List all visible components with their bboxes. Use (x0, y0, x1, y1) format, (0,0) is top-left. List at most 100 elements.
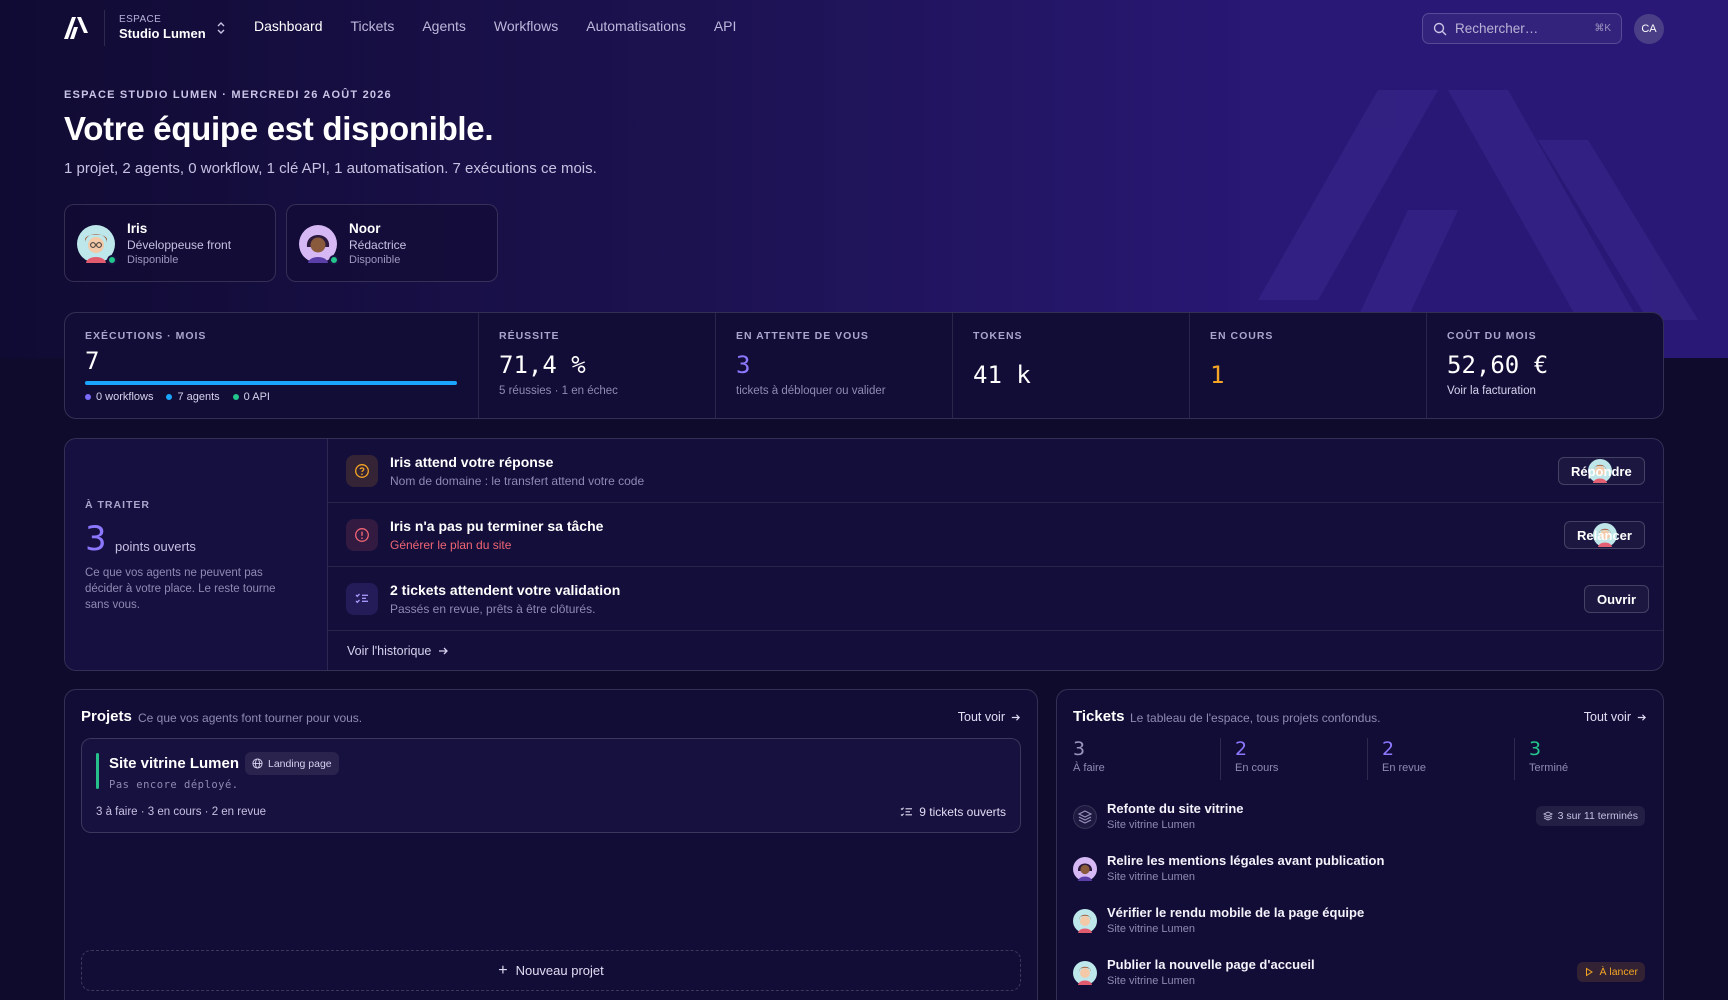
nav-link-tickets[interactable]: Tickets (351, 18, 395, 34)
ticket-title: Refonte du site vitrine (1107, 801, 1244, 816)
todo-title: Iris attend votre réponse (390, 454, 554, 470)
stat-tokens: TOKENS 41 k (953, 313, 1190, 418)
search-shortcut: ⌘K (1594, 23, 1611, 34)
ticket-row[interactable]: Publier la nouvelle page d'accueil Site … (1073, 952, 1645, 1000)
ticket-stat-value: 2 (1382, 738, 1395, 760)
ticket-project: Site vitrine Lumen (1107, 923, 1196, 935)
todo-description: Ce que vos agents ne peuvent pas décider… (85, 567, 276, 611)
agent-avatar-iris (1073, 961, 1097, 985)
agent-status: Disponible (349, 254, 401, 266)
project-card[interactable]: Site vitrine Lumen Landing page Pas enco… (81, 738, 1021, 833)
projects-panel: Projets Ce que vos agents font tourner p… (64, 689, 1038, 1000)
retry-button[interactable]: Relancer (1564, 521, 1645, 549)
nav-links: Dashboard Tickets Agents Workflows Autom… (254, 18, 764, 34)
projects-subtitle: Ce que vos agents font tourner pour vous… (138, 711, 363, 725)
arrow-right-icon (1011, 713, 1021, 721)
todo-item: Iris attend votre réponse Nom de domaine… (328, 439, 1663, 503)
stat-label: EN COURS (1210, 330, 1274, 342)
agent-avatar-noor (1073, 857, 1097, 881)
stat-success: RÉUSSITE 71,4 % 5 réussies · 1 en échec (479, 313, 716, 418)
checklist-icon (346, 583, 378, 615)
progress-badge: 3 sur 11 terminés (1535, 806, 1645, 826)
globe-icon (252, 758, 263, 769)
legend-swatch (232, 394, 239, 400)
workspace-switcher[interactable]: ESPACE Studio Lumen (104, 10, 232, 46)
stat-cost: COÛT DU MOIS 52,60 € Voir la facturation (1427, 313, 1663, 418)
new-project-button[interactable]: + Nouveau projet (81, 950, 1021, 991)
open-button[interactable]: Ouvrir (1584, 585, 1650, 613)
badge-label: À lancer (1599, 966, 1638, 978)
stat-label: COÛT DU MOIS (1447, 330, 1537, 342)
tickets-panel: Tickets Le tableau de l'espace, tous pro… (1056, 689, 1664, 1000)
project-open-tickets[interactable]: 9 tickets ouverts (900, 805, 1006, 819)
legend-item: 7 agents (166, 391, 220, 403)
tickets-title: Tickets (1073, 708, 1125, 725)
stat-value: 41 k (973, 361, 1031, 389)
legend-label: 0 workflows (96, 391, 154, 403)
nav-link-api[interactable]: API (714, 18, 737, 34)
stat-label: TOKENS (973, 330, 1023, 342)
list-icon (900, 806, 913, 816)
stat-hint: tickets à débloquer ou valider (736, 385, 886, 397)
stat-waiting[interactable]: EN ATTENTE DE VOUS 3 tickets à débloquer… (716, 313, 953, 418)
reply-button[interactable]: Répondre (1558, 457, 1645, 485)
executions-progress-fill (85, 381, 457, 385)
project-tag-label: Landing page (268, 757, 332, 770)
ticket-row[interactable]: Vérifier le rendu mobile de la page équi… (1073, 900, 1645, 950)
status-dot (329, 255, 339, 265)
projects-see-all-link[interactable]: Tout voir (958, 710, 1021, 724)
arrow-right-icon (1637, 713, 1647, 721)
ticket-project: Site vitrine Lumen (1107, 819, 1196, 831)
nav-link-automatisations[interactable]: Automatisations (586, 18, 686, 34)
nav-link-dashboard[interactable]: Dashboard (254, 18, 323, 34)
nav-link-workflows[interactable]: Workflows (494, 18, 558, 34)
agent-role: Rédactrice (349, 238, 407, 252)
new-project-label: Nouveau projet (515, 963, 604, 978)
stat-value: 52,60 € (1447, 351, 1549, 379)
search-icon (1433, 22, 1447, 35)
ticket-status-counts: 3 À faire 2 En cours 2 En revue 3 Termin… (1073, 738, 1661, 780)
ticket-stat-label: Terminé (1529, 762, 1569, 774)
hero-subtitle: 1 projet, 2 agents, 0 workflow, 1 clé AP… (64, 160, 597, 177)
stat-label: EN ATTENTE DE VOUS (736, 330, 869, 342)
agent-card-iris[interactable]: Iris Développeuse front Disponible (64, 204, 276, 282)
agent-card-noor[interactable]: Noor Rédactrice Disponible (286, 204, 498, 282)
ticket-row[interactable]: Refonte du site vitrine Site vitrine Lum… (1073, 796, 1645, 846)
tickets-see-all-link[interactable]: Tout voir (1584, 710, 1647, 724)
project-deploy-status: Pas encore déployé. (109, 779, 239, 791)
agent-name: Noor (349, 221, 381, 236)
user-avatar[interactable]: CA (1634, 14, 1664, 44)
open-tickets-label: 9 tickets ouverts (919, 805, 1006, 819)
ticket-stat-value: 2 (1235, 738, 1248, 760)
see-all-label: Tout voir (957, 710, 1005, 724)
history-link[interactable]: Voir l'historique (347, 644, 449, 658)
ticket-stat-review[interactable]: 2 En revue (1367, 738, 1514, 780)
layers-icon (1542, 811, 1553, 821)
stat-executions: EXÉCUTIONS · MOIS 7 0 workflows 7 agents… (65, 313, 479, 418)
todo-panel: À TRAITER 3 points ouverts Ce que vos ag… (64, 438, 1664, 671)
todo-title: 2 tickets attendent votre validation (390, 582, 621, 598)
agent-status: Disponible (127, 254, 179, 266)
launch-badge[interactable]: À lancer (1577, 962, 1645, 982)
ticket-stat-done[interactable]: 3 Terminé (1514, 738, 1661, 780)
ticket-stat-todo[interactable]: 3 À faire (1073, 738, 1220, 780)
page-title: Votre équipe est disponible. (64, 110, 494, 147)
search-input[interactable] (1455, 21, 1585, 36)
tickets-subtitle: Le tableau de l'espace, tous projets con… (1130, 711, 1381, 725)
ticket-stat-in-progress[interactable]: 2 En cours (1220, 738, 1367, 780)
stat-hint: 5 réussies · 1 en échec (499, 385, 618, 397)
top-nav: ESPACE Studio Lumen Dashboard Tickets Ag… (0, 0, 1728, 56)
todo-subtitle: Passés en revue, prêts à être clôturés. (390, 602, 596, 616)
legend-swatch (166, 394, 173, 400)
search-box[interactable]: ⌘K (1422, 13, 1622, 44)
ticket-row[interactable]: Relire les mentions légales avant public… (1073, 848, 1645, 898)
brand-logo-icon[interactable] (64, 17, 88, 39)
project-counts: 3 à faire · 3 en cours · 2 en revue (96, 806, 267, 818)
billing-link[interactable]: Voir la facturation (1447, 385, 1536, 397)
nav-link-agents[interactable]: Agents (422, 18, 466, 34)
ticket-project: Site vitrine Lumen (1107, 871, 1196, 883)
ticket-project: Site vitrine Lumen (1107, 975, 1196, 987)
todo-count: 3 (85, 519, 107, 559)
todo-subtitle[interactable]: Générer le plan du site (390, 538, 511, 552)
plus-icon: + (498, 961, 508, 979)
